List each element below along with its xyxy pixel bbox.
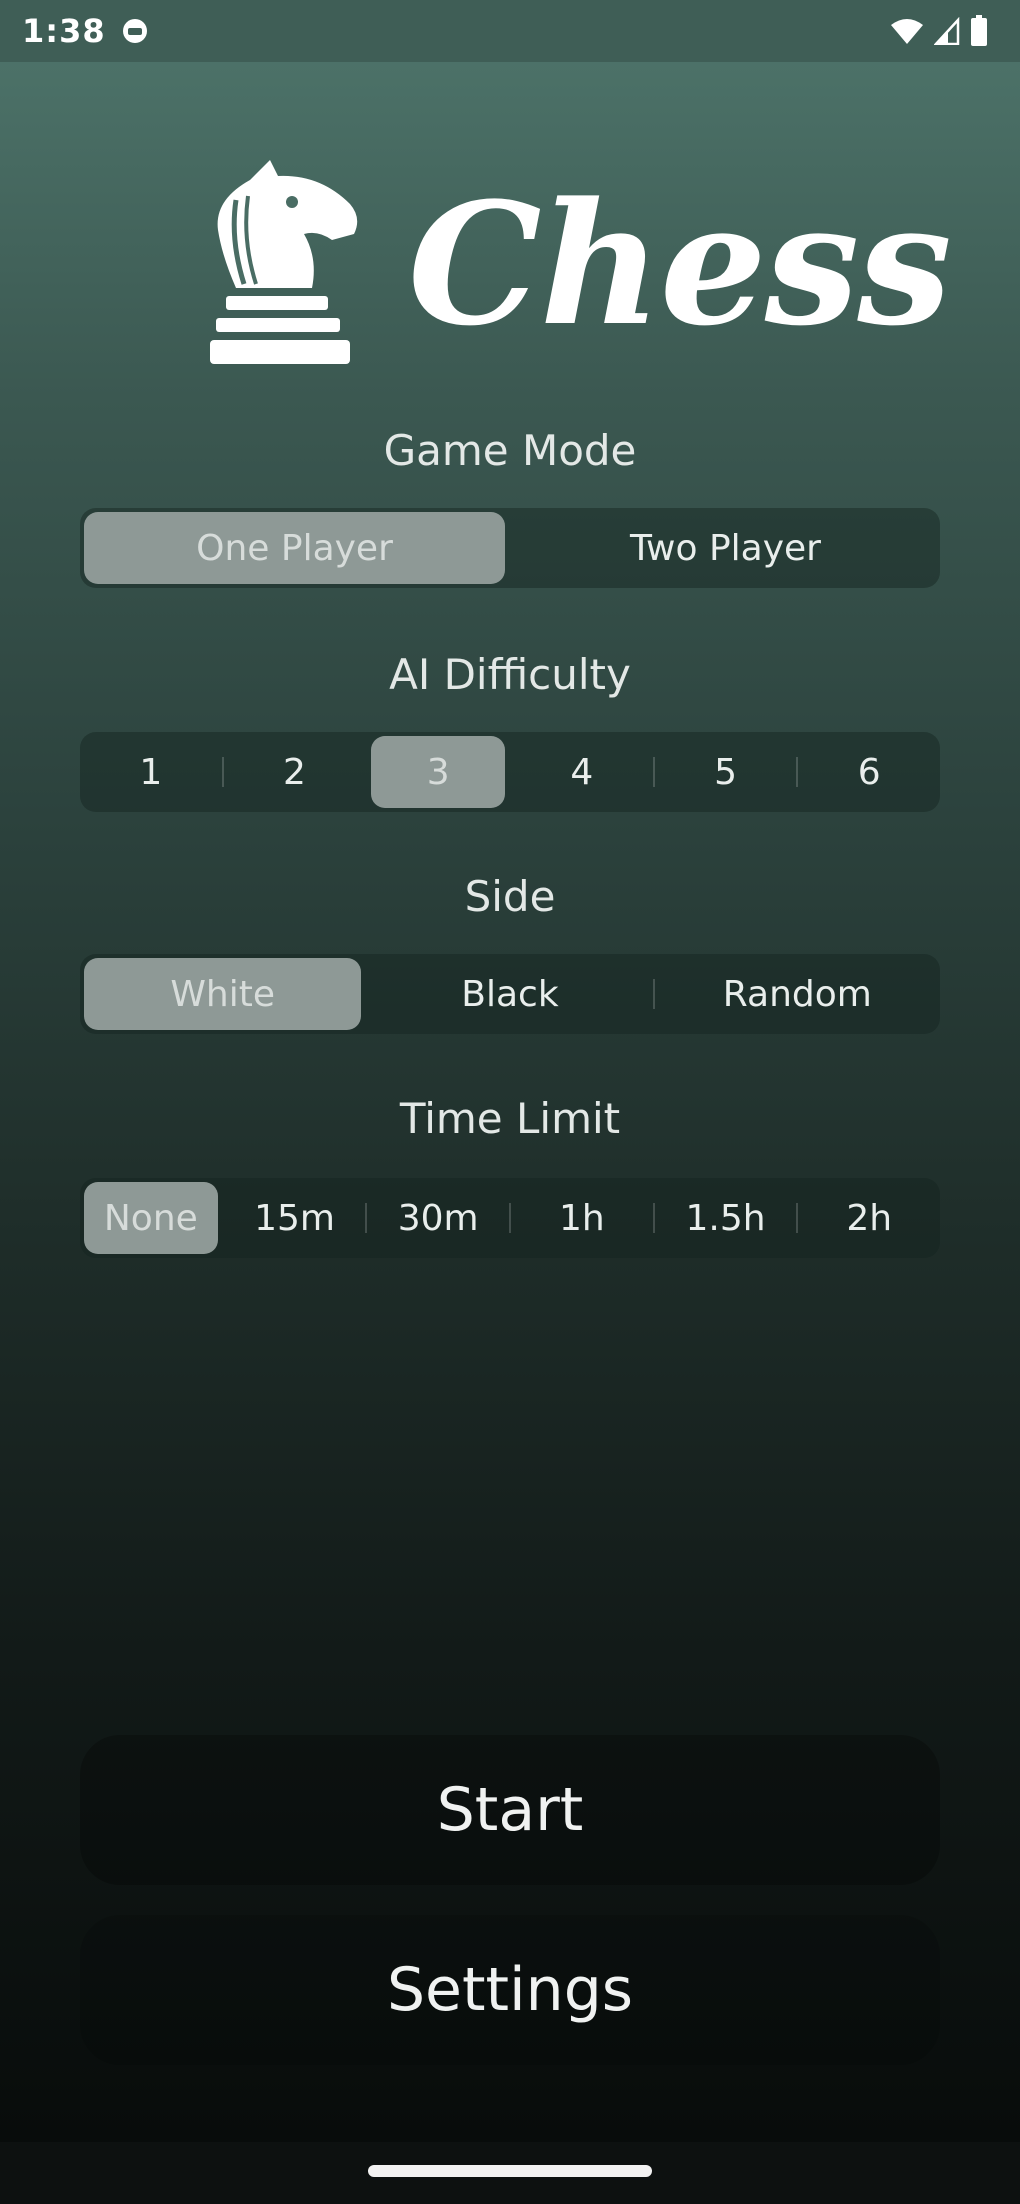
home-indicator[interactable] <box>368 2165 652 2177</box>
time-limit-title: Time Limit <box>399 1094 621 1143</box>
time-option-2h[interactable]: 2h <box>802 1182 936 1254</box>
time-option-none[interactable]: None <box>84 1182 218 1254</box>
segment-divider <box>796 757 799 787</box>
app-notification-icon <box>123 19 147 43</box>
status-time: 1:38 <box>22 12 106 50</box>
segment-divider <box>365 1203 368 1233</box>
time-limit-selector: None 15m 30m 1h 1.5h 2h <box>80 1178 940 1258</box>
side-title: Side <box>464 872 556 921</box>
difficulty-option-2[interactable]: 2 <box>228 736 362 808</box>
segment-divider <box>221 757 224 787</box>
side-option-random[interactable]: Random <box>659 958 936 1030</box>
status-icons <box>890 14 988 48</box>
segment-divider <box>365 757 367 787</box>
side-option-white[interactable]: White <box>84 958 362 1030</box>
game-mode-two-player[interactable]: Two Player <box>515 512 936 584</box>
segment-divider <box>509 1203 512 1233</box>
app-logo: Chess <box>200 160 952 380</box>
segment-divider <box>509 533 511 563</box>
difficulty-option-4[interactable]: 4 <box>515 736 649 808</box>
battery-icon <box>971 15 987 46</box>
chess-setup-screen: 1:38 Chess Game Mode One Player Two Play… <box>0 0 1020 2204</box>
knight-icon <box>210 160 358 364</box>
segment-divider <box>222 1203 224 1233</box>
segment-divider <box>509 757 511 787</box>
cell-signal-icon <box>934 17 960 45</box>
game-mode-selector: One Player Two Player <box>80 508 940 588</box>
start-button[interactable]: Start <box>80 1735 940 1885</box>
segment-divider <box>365 979 367 1009</box>
ai-difficulty-title: AI Difficulty <box>389 650 631 699</box>
app-title: Chess <box>408 165 952 363</box>
side-selector: White Black Random <box>80 954 940 1034</box>
status-bar: 1:38 <box>0 0 1020 62</box>
side-option-black[interactable]: Black <box>371 958 648 1030</box>
segment-divider <box>652 757 655 787</box>
time-option-30m[interactable]: 30m <box>371 1182 505 1254</box>
time-option-1h[interactable]: 1h <box>515 1182 649 1254</box>
time-option-1-5h[interactable]: 1.5h <box>659 1182 793 1254</box>
ai-difficulty-selector: 1 2 3 4 5 6 <box>80 732 940 812</box>
game-mode-one-player[interactable]: One Player <box>84 512 505 584</box>
segment-divider <box>652 979 655 1009</box>
segment-divider <box>796 1203 799 1233</box>
difficulty-option-6[interactable]: 6 <box>802 736 936 808</box>
segment-divider <box>652 1203 655 1233</box>
difficulty-option-5[interactable]: 5 <box>659 736 793 808</box>
difficulty-option-1[interactable]: 1 <box>84 736 218 808</box>
wifi-icon <box>891 19 923 44</box>
game-mode-title: Game Mode <box>383 426 637 475</box>
time-option-15m[interactable]: 15m <box>228 1182 362 1254</box>
settings-button[interactable]: Settings <box>80 1915 940 2065</box>
difficulty-option-3[interactable]: 3 <box>371 736 506 808</box>
